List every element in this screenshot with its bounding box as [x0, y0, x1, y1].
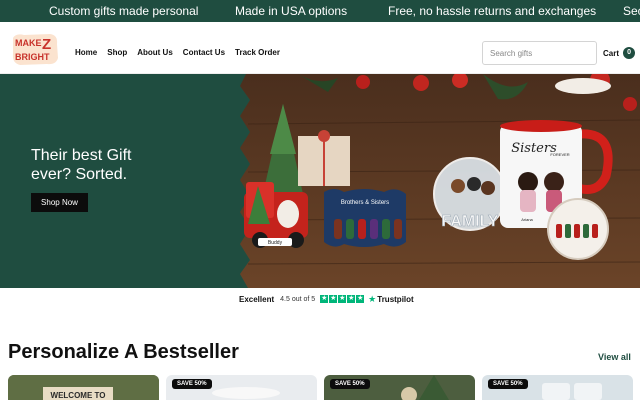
trustpilot-star-icon: ★	[368, 293, 377, 304]
rating-stars	[320, 294, 365, 303]
logo-text-top: MAKE	[15, 38, 42, 48]
rating-score: 4.5 out of 5	[280, 295, 316, 303]
announcement-bar: Custom gifts made personal Made in USA o…	[0, 0, 640, 22]
hero-title-line: ever? Sorted.	[31, 166, 128, 183]
star-icon	[338, 294, 347, 303]
nav-home[interactable]: Home	[75, 48, 97, 58]
product-card[interactable]: SAVE 50%	[482, 375, 633, 400]
announcement-message: Custom gifts made personal	[49, 4, 199, 18]
site-header: MAKE Z BRIGHT Home Shop About Us Contact…	[0, 22, 640, 74]
trustpilot-rating[interactable]: Excellent 4.5 out of 5 ★ Trustpilot	[239, 293, 414, 305]
family-ornament: FAMILY	[433, 157, 507, 231]
search-input[interactable]	[482, 41, 597, 65]
cart-count-badge: 0	[623, 47, 636, 59]
nav-about-us[interactable]: About Us	[137, 48, 173, 58]
shop-now-button[interactable]: Shop Now	[31, 193, 88, 212]
card-image-text: WELCOME TO	[51, 391, 106, 400]
hero-title-line: Their best Gift	[31, 147, 132, 164]
announcement-message: Sec	[623, 4, 640, 18]
mug-name: Ariana	[521, 217, 533, 222]
product-image	[212, 387, 280, 399]
round-ornament	[547, 198, 609, 260]
family-text: FAMILY	[441, 213, 499, 230]
nav-shop[interactable]: Shop	[107, 48, 127, 58]
product-image: WELCOME TO	[8, 375, 159, 400]
star-icon	[329, 294, 338, 303]
logo[interactable]: MAKE Z BRIGHT	[10, 32, 60, 66]
gift-box	[298, 130, 350, 186]
logo-letter: Z	[42, 36, 51, 53]
rating-label: Excellent	[239, 294, 275, 304]
nav-contact-us[interactable]: Contact Us	[183, 48, 225, 58]
truck-name: Buddy	[268, 240, 283, 246]
announcement-message: Free, no hassle returns and exchanges	[388, 4, 597, 18]
logo-text-bottom: BRIGHT	[15, 52, 50, 62]
product-card[interactable]: SAVE 50%	[324, 375, 475, 400]
announcement-message: Made in USA options	[235, 4, 348, 18]
trustpilot-brand: Trustpilot	[377, 294, 414, 304]
hero-product-image: Buddy Brothers & Sisters FAMILY Sisters …	[240, 74, 640, 288]
star-icon	[347, 294, 356, 303]
product-card[interactable]: SAVE 50%	[166, 375, 317, 400]
main-nav: Home Shop About Us Contact Us Track Orde…	[75, 48, 290, 58]
hero-title: Their best Gift ever? Sorted.	[31, 146, 191, 184]
view-all-link[interactable]: View all	[598, 352, 631, 362]
cart-label: Cart	[603, 48, 620, 58]
star-icon	[356, 294, 365, 303]
hero-banner: Their best Gift ever? Sorted. Shop Now B…	[0, 74, 640, 288]
mug-subtext: FOREVER	[550, 152, 569, 157]
ornament-text: Brothers & Sisters	[341, 200, 389, 206]
discount-badge: SAVE 50%	[330, 379, 370, 389]
nav-track-order[interactable]: Track Order	[235, 48, 280, 58]
discount-badge: SAVE 50%	[488, 379, 528, 389]
star-icon	[320, 294, 329, 303]
product-cards: WELCOME TO SAVE 50% SAVE 50% SAVE 50%	[8, 375, 633, 400]
product-card[interactable]: WELCOME TO	[8, 375, 159, 400]
sibling-ornament: Brothers & Sisters	[324, 189, 406, 247]
cart-link[interactable]: Cart 0	[603, 47, 636, 59]
section-title: Personalize A Bestseller	[8, 341, 239, 363]
